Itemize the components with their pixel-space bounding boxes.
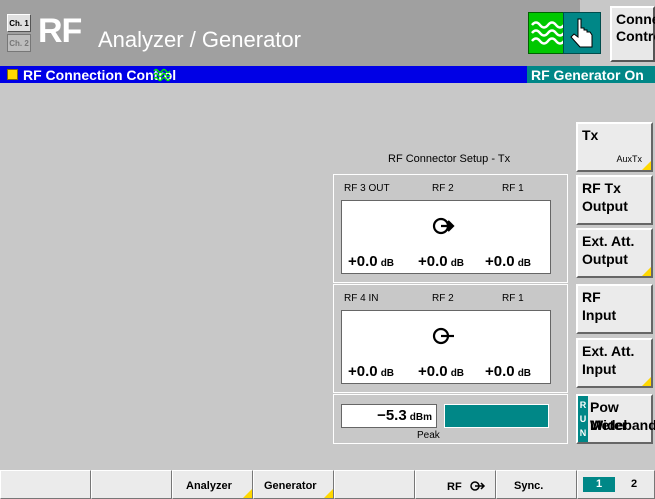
ext-att-output-button[interactable]: Ext. Att. Output: [576, 228, 653, 278]
pow-meter-button[interactable]: RUN Pow Meter Wideband: [576, 394, 655, 444]
page-1-tab[interactable]: 1: [583, 477, 615, 492]
analyzer-label: Analyzer: [186, 480, 232, 492]
tx-value-rf2: +0.0 dB: [418, 253, 465, 270]
power-peak-label: Peak: [417, 430, 440, 441]
ext-att-input-label-1: Ext. Att.: [582, 343, 635, 359]
rf-tx-output-label-1: RF Tx: [582, 180, 621, 196]
ext-att-input-label-2: Input: [582, 361, 617, 377]
rx-connector-panel: RF 4 IN RF 2 RF 1 +0.0 dB +0.0 dB +0.0 d…: [333, 284, 568, 393]
rx-inner-box: +0.0 dB +0.0 dB +0.0 dB: [341, 310, 551, 384]
wave-icon: [153, 68, 171, 82]
hand-pointer-icon[interactable]: [563, 12, 601, 54]
channel-1-button[interactable]: Ch. 1: [7, 14, 31, 32]
rf-bottom-label: RF: [447, 481, 462, 493]
rx-value-rf1: +0.0 dB: [485, 363, 532, 380]
softkey-corner-icon: [642, 377, 651, 386]
rx-label-rf1: RF 1: [502, 293, 524, 304]
softkey-corner-icon: [243, 489, 252, 498]
setup-label: RF Connector Setup - Tx: [388, 153, 511, 165]
tx-connector-panel: RF 3 OUT RF 2 RF 1 +0.0 dB +0.0 dB +0.0 …: [333, 174, 568, 283]
generator-label: Generator: [264, 480, 317, 492]
ext-att-input-button[interactable]: Ext. Att. Input: [576, 338, 653, 388]
app-title-rf: RF: [38, 12, 82, 50]
analyzer-button[interactable]: Analyzer: [172, 470, 253, 499]
tx-button-sub: AuxTx: [616, 154, 642, 164]
connector-out-icon: [469, 481, 485, 491]
connect-label-1: Connect.: [616, 11, 655, 27]
bottom-softkey-1[interactable]: [0, 470, 91, 499]
connector-in-icon: [432, 327, 454, 345]
rf-input-label-1: RF: [582, 289, 601, 305]
header-bar: RF Connection Control RF Generator On: [0, 66, 655, 83]
tx-inner-box: +0.0 dB +0.0 dB +0.0 dB: [341, 200, 551, 274]
bottom-softkey-5[interactable]: [334, 470, 415, 499]
rf-input-button[interactable]: RF Input: [576, 284, 653, 334]
signal-wave-icon[interactable]: [528, 12, 565, 54]
rf-tx-output-label-2: Output: [582, 198, 628, 214]
connect-control-button[interactable]: Connect. Control: [610, 6, 655, 62]
bottom-softkey-2[interactable]: [91, 470, 172, 499]
ext-att-output-label-1: Ext. Att.: [582, 233, 635, 249]
power-value-box: −5.3 dBm: [341, 404, 437, 428]
menu-square-icon[interactable]: [7, 69, 18, 80]
rx-label-rf4: RF 4 IN: [344, 293, 379, 304]
softkey-corner-icon: [324, 489, 333, 498]
tx-value-rf3: +0.0 dB: [348, 253, 395, 270]
rx-value-rf2: +0.0 dB: [418, 363, 465, 380]
power-panel: −5.3 dBm Peak: [333, 394, 568, 444]
connect-label-2: Control: [616, 28, 655, 44]
status-rf-generator: RF Generator On: [527, 66, 655, 83]
tx-label-rf2: RF 2: [432, 183, 454, 194]
channel-2-button[interactable]: Ch. 2: [7, 34, 31, 52]
generator-button[interactable]: Generator: [253, 470, 334, 499]
tx-label-rf1: RF 1: [502, 183, 524, 194]
rf-input-label-2: Input: [582, 307, 617, 323]
page-2-tab[interactable]: 2: [618, 477, 650, 492]
softkey-corner-icon: [642, 267, 651, 276]
softkey-corner-icon: [642, 161, 651, 170]
sync-label: Sync.: [514, 480, 544, 492]
power-bar: [444, 404, 549, 428]
run-indicator: RUN: [578, 396, 588, 442]
tx-button-label: Tx: [582, 127, 599, 143]
sync-button[interactable]: Sync.: [496, 470, 577, 499]
rx-value-rf4: +0.0 dB: [348, 363, 395, 380]
rf-bottom-button[interactable]: RF: [415, 470, 496, 499]
connector-out-icon: [432, 217, 455, 235]
app-subtitle: Analyzer / Generator: [98, 27, 301, 52]
ext-att-output-label-2: Output: [582, 251, 628, 267]
tx-value-rf1: +0.0 dB: [485, 253, 532, 270]
pow-meter-label-2: Wideband: [590, 417, 655, 433]
rx-label-rf2: RF 2: [432, 293, 454, 304]
page-switch[interactable]: 1 2: [577, 470, 655, 499]
rf-tx-output-button[interactable]: RF Tx Output: [576, 175, 653, 225]
tx-button[interactable]: Tx AuxTx: [576, 122, 653, 172]
tx-label-rf3: RF 3 OUT: [344, 183, 390, 194]
